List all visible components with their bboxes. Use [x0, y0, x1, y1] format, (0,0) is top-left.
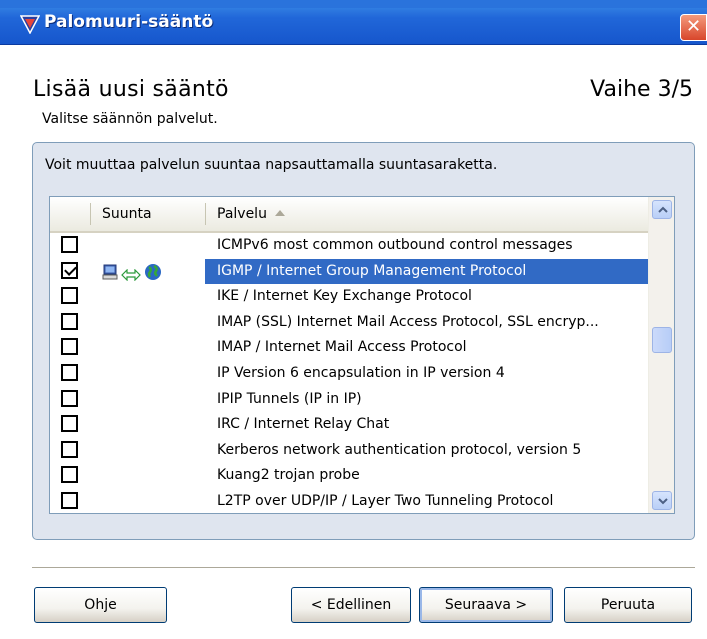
table-row[interactable]: IKE / Internet Key Exchange Protocol: [50, 284, 648, 310]
service-cell[interactable]: ICMPv6 most common outbound control mess…: [205, 233, 648, 259]
table-row[interactable]: IMAP (SSL) Internet Mail Access Protocol…: [50, 310, 648, 336]
row-checkbox[interactable]: [61, 287, 78, 305]
page-title: Lisää uusi sääntö: [33, 77, 229, 102]
list-header: Suunta Palvelu: [50, 197, 648, 233]
service-cell[interactable]: Kuang2 trojan probe: [205, 463, 648, 489]
row-checkbox[interactable]: [61, 236, 78, 253]
vertical-scrollbar[interactable]: [648, 197, 674, 513]
service-cell[interactable]: IP Version 6 encapsulation in IP version…: [205, 361, 648, 387]
service-cell[interactable]: IRC / Internet Relay Chat: [205, 412, 648, 438]
table-row[interactable]: Kuang2 trojan probe: [50, 463, 648, 489]
row-checkbox[interactable]: [61, 312, 78, 330]
footer-divider: [32, 567, 695, 569]
page-subtitle: Valitse säännön palvelut.: [42, 111, 218, 127]
service-cell[interactable]: Kerberos network authentication protocol…: [205, 438, 648, 464]
next-button[interactable]: Seuraava >: [419, 587, 553, 623]
row-checkbox[interactable]: [61, 466, 78, 484]
table-row[interactable]: Kerberos network authentication protocol…: [50, 438, 648, 464]
close-button[interactable]: ✕: [680, 14, 707, 41]
service-cell[interactable]: L2TP over UDP/IP / Layer Two Tunneling P…: [205, 489, 648, 513]
row-checkbox[interactable]: [61, 491, 78, 509]
column-separator: [205, 203, 206, 225]
computer-icon: [102, 264, 118, 284]
column-header-service[interactable]: Palvelu: [217, 197, 285, 231]
service-cell[interactable]: IKE / Internet Key Exchange Protocol: [205, 284, 648, 310]
table-row[interactable]: IMAP / Internet Mail Access Protocol: [50, 335, 648, 361]
service-cell[interactable]: IMAP / Internet Mail Access Protocol: [205, 335, 648, 361]
globe-icon: [144, 263, 162, 285]
table-row[interactable]: IGMP / Internet Group Management Protoco…: [50, 258, 648, 285]
row-checkbox[interactable]: [61, 338, 78, 356]
row-checkbox[interactable]: [61, 415, 78, 433]
service-cell[interactable]: IMAP (SSL) Internet Mail Access Protocol…: [205, 310, 648, 336]
table-row[interactable]: IPIP Tunnels (IP in IP): [50, 387, 648, 413]
scroll-down-button[interactable]: [652, 491, 672, 510]
service-cell[interactable]: IGMP / Internet Group Management Protoco…: [205, 258, 648, 285]
title-bar[interactable]: Palomuuri-sääntö ✕: [0, 0, 707, 45]
row-checkbox[interactable]: [61, 389, 78, 407]
step-indicator: Vaihe 3/5: [590, 77, 693, 102]
back-button[interactable]: < Edellinen: [291, 587, 411, 623]
firewall-icon: [20, 15, 40, 34]
table-row[interactable]: ICMPv6 most common outbound control mess…: [50, 233, 648, 259]
row-checkbox[interactable]: [61, 261, 78, 279]
instruction-text: Voit muuttaa palvelun suuntaa napsauttam…: [45, 157, 498, 173]
window-title: Palomuuri-sääntö: [44, 12, 214, 32]
cancel-button[interactable]: Peruuta: [564, 587, 692, 623]
service-cell[interactable]: IPIP Tunnels (IP in IP): [205, 387, 648, 413]
row-checkbox[interactable]: [61, 440, 78, 458]
table-row[interactable]: IP Version 6 encapsulation in IP version…: [50, 361, 648, 387]
table-row[interactable]: L2TP over UDP/IP / Layer Two Tunneling P…: [50, 489, 648, 513]
scroll-up-button[interactable]: [652, 200, 672, 219]
list-rows: ICMPv6 most common outbound control mess…: [50, 233, 648, 513]
column-separator: [90, 203, 91, 225]
services-list[interactable]: Suunta Palvelu ICMPv6 most common outbou…: [49, 196, 675, 514]
table-row[interactable]: IRC / Internet Relay Chat: [50, 412, 648, 438]
bidirectional-arrow-icon: [121, 266, 141, 285]
sort-ascending-icon: [274, 210, 285, 216]
scroll-thumb[interactable]: [652, 327, 672, 353]
column-header-direction[interactable]: Suunta: [102, 197, 152, 231]
help-button[interactable]: Ohje: [34, 587, 167, 623]
title-bar-top-strip: [0, 0, 707, 8]
column-header-service-label: Palvelu: [217, 206, 267, 222]
chevron-down-icon: [658, 498, 668, 505]
row-checkbox[interactable]: [61, 363, 78, 381]
chevron-up-icon: [658, 206, 668, 213]
